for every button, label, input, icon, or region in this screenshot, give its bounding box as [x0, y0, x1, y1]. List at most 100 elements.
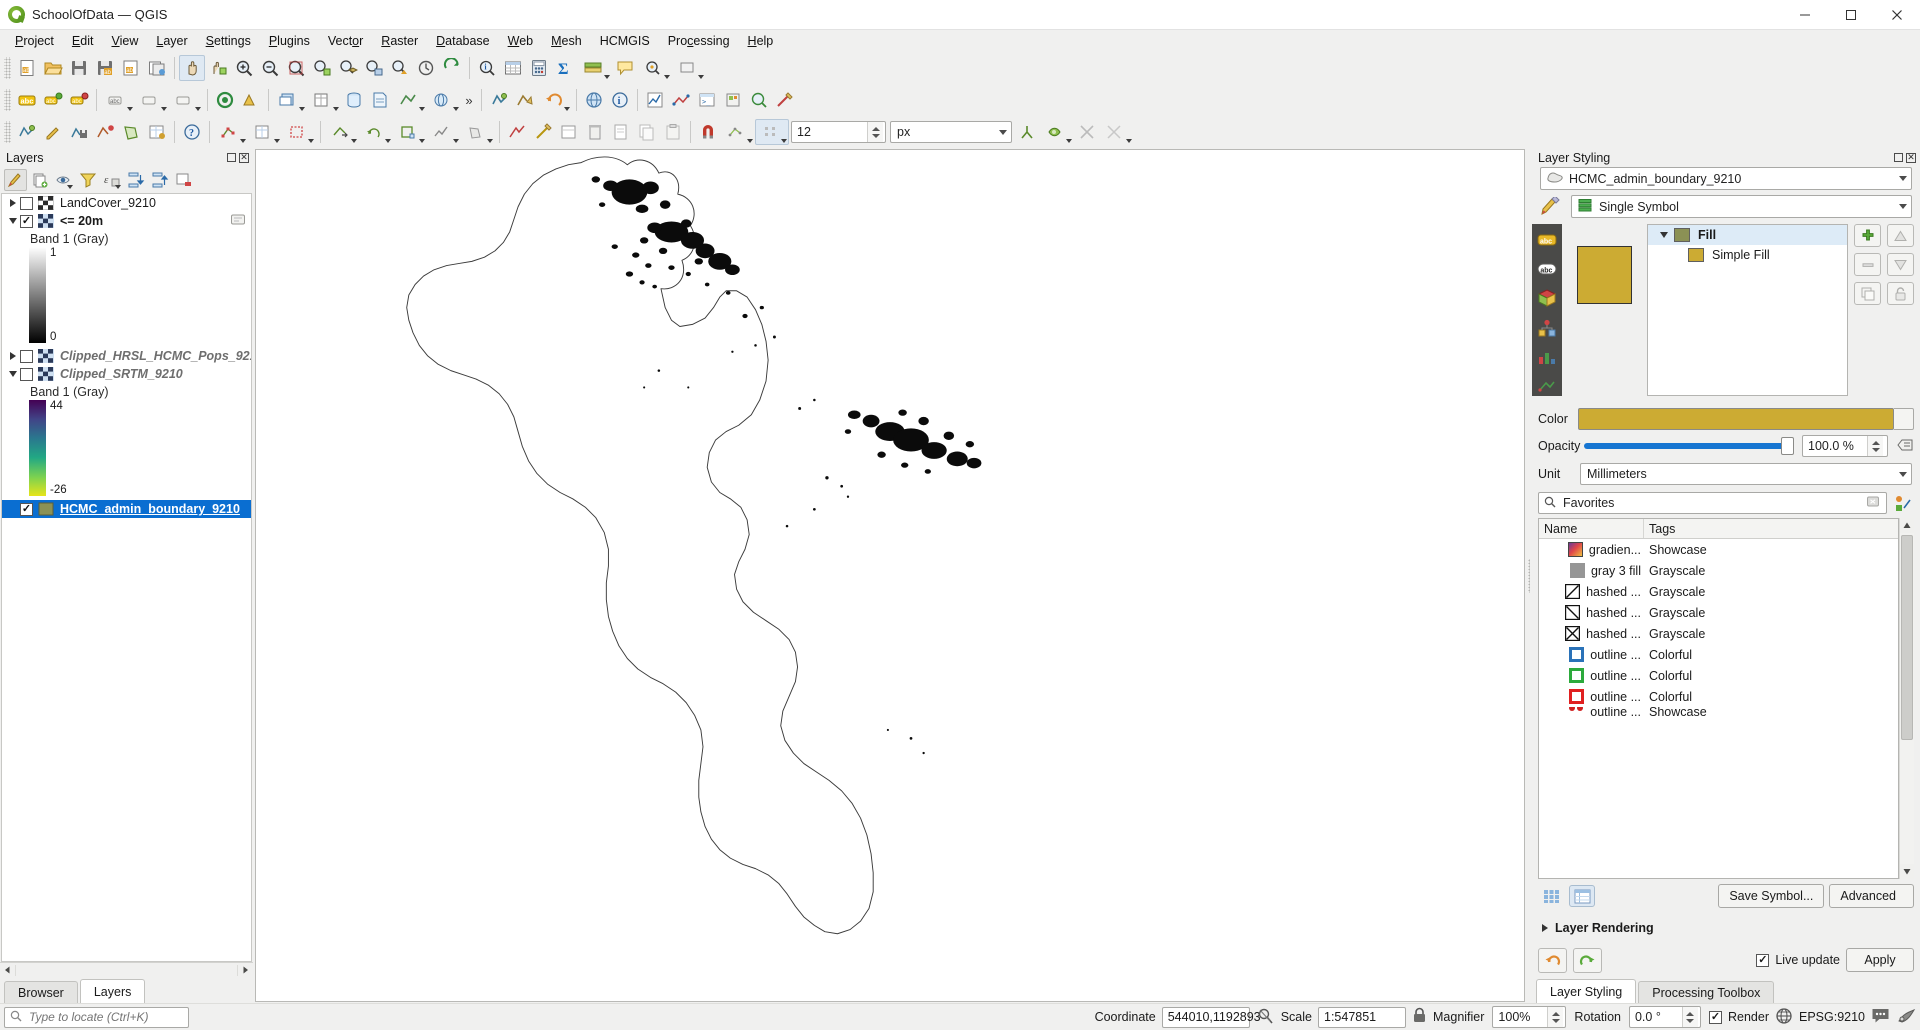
clear-search-icon[interactable]: [1867, 496, 1879, 510]
opacity-stepper[interactable]: [1802, 435, 1888, 457]
pan-map-button[interactable]: [179, 55, 205, 81]
save-layer-edits-button[interactable]: [66, 119, 92, 145]
remove-layer-button[interactable]: [172, 169, 195, 191]
render-checkbox[interactable]: ✓: [1708, 1010, 1722, 1024]
grid-view-icon[interactable]: [1538, 885, 1564, 907]
opacity-input[interactable]: [1803, 436, 1867, 456]
menu-database[interactable]: Database: [427, 32, 499, 50]
zoom-next-button[interactable]: [413, 55, 439, 81]
scroll-up-icon[interactable]: [1900, 518, 1914, 533]
table-row[interactable]: hashed ... Grayscale: [1539, 602, 1898, 623]
add-delimited-layer-button[interactable]: [307, 87, 341, 113]
table-row[interactable]: outline ... Colorful: [1539, 665, 1898, 686]
scroll-down-icon[interactable]: [1900, 864, 1914, 879]
table-row[interactable]: gray 3 fill Grayscale: [1539, 560, 1898, 581]
symbol-search-input[interactable]: [1561, 495, 1863, 511]
minimize-button[interactable]: [1782, 0, 1828, 30]
duplicate-symbol-layer-button[interactable]: [1854, 282, 1881, 305]
rotation-stepper[interactable]: [1628, 1006, 1701, 1028]
symbol-library-table[interactable]: Name Tags gradien... Showcase gray 3 fil…: [1538, 518, 1899, 879]
menu-settings[interactable]: Settings: [197, 32, 260, 50]
map-canvas[interactable]: [255, 149, 1525, 1002]
move-symbol-layer-down-button[interactable]: [1887, 253, 1914, 276]
expand-arrow-icon[interactable]: [1542, 921, 1548, 935]
zoom-in-button[interactable]: [231, 55, 257, 81]
menu-vector[interactable]: Vector: [319, 32, 372, 50]
select-features-button[interactable]: [638, 55, 672, 81]
open-attribute-table-button[interactable]: [500, 55, 526, 81]
layer-item-hrsl[interactable]: Clipped_HRSL_HCMC_Pops_9210: [2, 347, 251, 365]
list-view-icon[interactable]: [1569, 885, 1595, 907]
scroll-track[interactable]: [1900, 533, 1914, 864]
expand-arrow-icon[interactable]: [6, 194, 20, 212]
deselect-features-button[interactable]: [672, 55, 706, 81]
paste-features-button[interactable]: [660, 119, 686, 145]
show-map-tips-button[interactable]: [578, 55, 612, 81]
open-layer-styling-panel-button[interactable]: [4, 169, 27, 191]
undo-button[interactable]: [538, 87, 572, 113]
menu-hcmgis[interactable]: HCMGIS: [591, 32, 659, 50]
measure-tool-button[interactable]: [668, 87, 694, 113]
collapse-all-button[interactable]: [148, 169, 171, 191]
zoom-full-button[interactable]: [283, 55, 309, 81]
copy-features-button[interactable]: [634, 119, 660, 145]
delete-selected-button[interactable]: [582, 119, 608, 145]
scroll-thumb[interactable]: [1901, 535, 1913, 741]
slider-track[interactable]: [1584, 437, 1794, 455]
column-header-name[interactable]: Name: [1539, 519, 1644, 538]
redo-icon[interactable]: [1573, 947, 1602, 973]
masks-icon[interactable]: [1536, 288, 1558, 308]
3d-view-icon[interactable]: [1536, 318, 1558, 338]
plugin-manager-button[interactable]: [720, 87, 746, 113]
scale-combo[interactable]: 1:547851: [1318, 1006, 1406, 1028]
layer-item-20m[interactable]: ✓ <= 20m: [2, 212, 251, 230]
coordinate-field[interactable]: 544010,1192893: [1161, 1006, 1261, 1028]
snapping-tolerance-input[interactable]: [792, 122, 867, 142]
add-symbol-layer-button[interactable]: [1854, 224, 1881, 247]
apply-button[interactable]: Apply: [1846, 948, 1914, 972]
add-mesh-layer-button[interactable]: [393, 87, 427, 113]
column-header-tags[interactable]: Tags: [1644, 519, 1675, 538]
unit-combo[interactable]: Millimeters: [1580, 463, 1912, 485]
symbol-layer-tree[interactable]: Fill Simple Fill: [1647, 224, 1848, 396]
fill-color-button[interactable]: [1578, 408, 1894, 430]
new-shapefile-button[interactable]: [486, 87, 512, 113]
simplify-feature-button[interactable]: [427, 119, 461, 145]
avoid-overlap-button[interactable]: [1040, 119, 1074, 145]
layer-visibility-checkbox[interactable]: [20, 196, 33, 210]
table-row[interactable]: gradien... Showcase: [1539, 539, 1898, 560]
stepper-arrows[interactable]: [1547, 1007, 1564, 1027]
georeferencer-button[interactable]: [746, 87, 772, 113]
stepper-arrows[interactable]: [1867, 436, 1883, 456]
stepper-arrows[interactable]: [1681, 1007, 1698, 1027]
zoom-out-button[interactable]: [257, 55, 283, 81]
table-row[interactable]: hashed ... Grayscale: [1539, 623, 1898, 644]
maximize-button[interactable]: [1828, 0, 1874, 30]
python-console-button[interactable]: >_: [694, 87, 720, 113]
zoom-last-button[interactable]: [387, 55, 413, 81]
remove-symbol-layer-button[interactable]: [1854, 253, 1881, 276]
pin-labels-button[interactable]: abc: [40, 87, 66, 113]
coordinate-capture-icon[interactable]: [1256, 1007, 1275, 1028]
collapse-arrow-icon[interactable]: [6, 365, 20, 383]
layer-edit-badge-icon[interactable]: [231, 214, 245, 229]
table-row[interactable]: outline ... Showcase: [1539, 707, 1898, 717]
snap-intersection-button[interactable]: [1074, 119, 1100, 145]
show-globe-button[interactable]: [581, 87, 607, 113]
layer-selector-combo[interactable]: HCMC_admin_boundary_9210: [1540, 167, 1912, 190]
add-part-button[interactable]: [461, 119, 495, 145]
expand-all-button[interactable]: [124, 169, 147, 191]
globe-icon[interactable]: [1775, 1007, 1793, 1028]
menu-processing[interactable]: Processing: [659, 32, 739, 50]
table-row[interactable]: hashed ... Grayscale: [1539, 581, 1898, 602]
snapping-tolerance-stepper[interactable]: [791, 121, 886, 143]
crs-value[interactable]: EPSG:9210: [1799, 1010, 1865, 1024]
tab-layer-styling[interactable]: Layer Styling: [1536, 979, 1637, 1003]
collapse-arrow-icon[interactable]: [1660, 232, 1674, 238]
layers-horizontal-scrollbar[interactable]: [0, 962, 253, 977]
highlight-labels-button[interactable]: abc: [66, 87, 92, 113]
add-feature-button[interactable]: [92, 119, 118, 145]
menu-project[interactable]: Project: [6, 32, 63, 50]
toggle-editing-button[interactable]: [40, 119, 66, 145]
add-wms-layer-button[interactable]: [427, 87, 461, 113]
